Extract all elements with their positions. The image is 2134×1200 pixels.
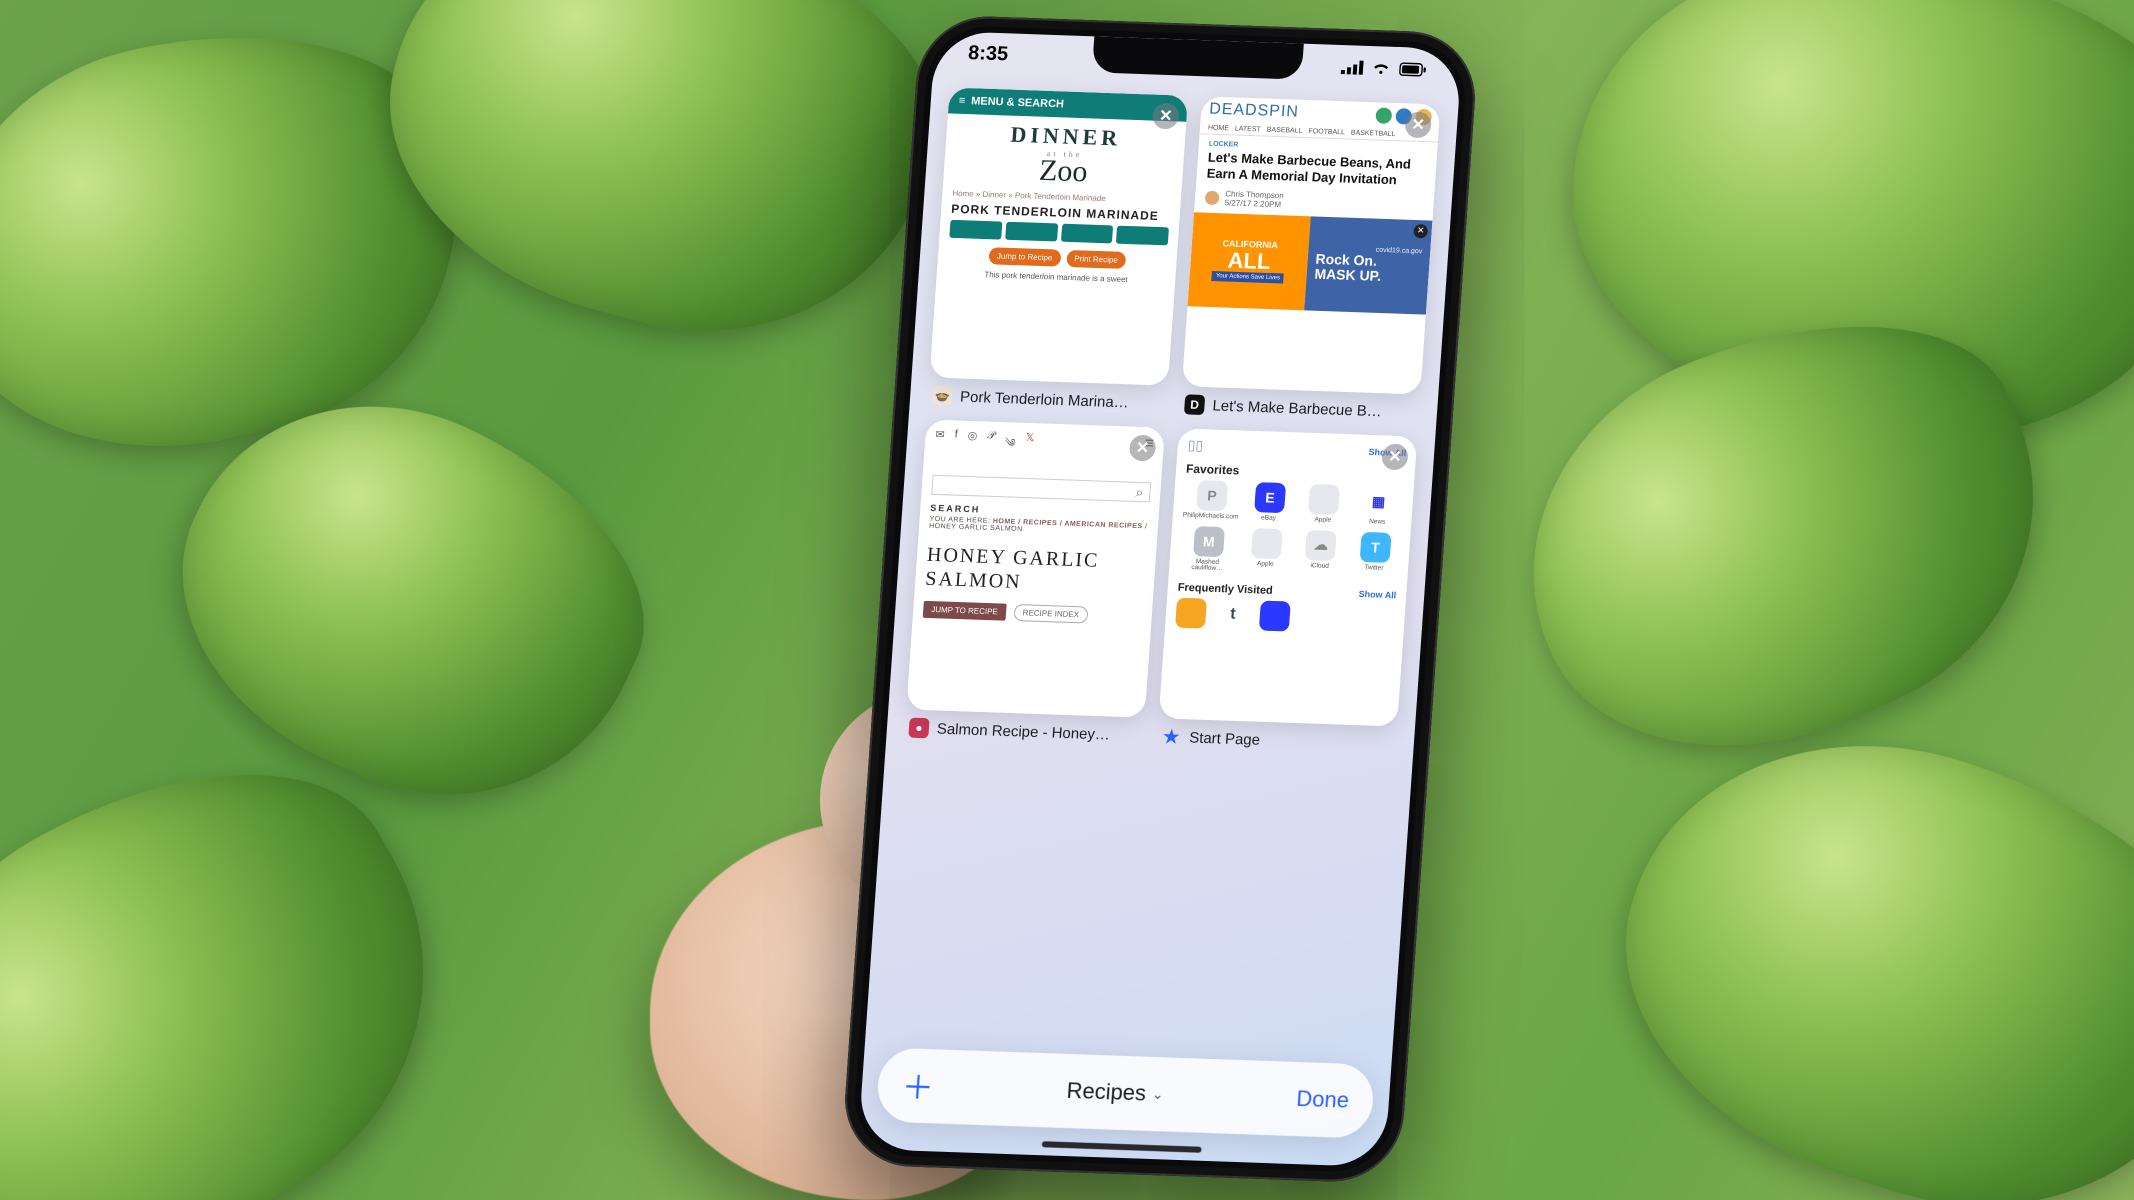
star-icon: ★: [1161, 726, 1182, 747]
tab-thumbnail[interactable]: ✕ ▯▯ Show All Favorites PPhilipMichaels.…: [1159, 428, 1418, 726]
chevron-down-icon: ⌄: [1151, 1085, 1164, 1102]
display-notch: [1092, 36, 1304, 79]
phone-screen: 8:35 ✕ ≡ MENU & SEARCH: [858, 31, 1463, 1167]
hamburger-icon: ≡: [958, 95, 965, 107]
home-indicator[interactable]: [1042, 1141, 1202, 1153]
tab-card[interactable]: ✕ ✉ f ◎ 𝒫 ༄ 𝕏 ≡ SEARCH YOU ARE HERE: HOM…: [904, 419, 1165, 745]
search-box: [931, 475, 1151, 503]
favorite-icon: M: [1193, 526, 1225, 557]
favorite-icon: [1251, 528, 1283, 559]
favorite-icon: ☁︎: [1305, 529, 1337, 560]
facebook-icon: f: [953, 428, 958, 459]
favicon: D: [1184, 394, 1205, 415]
favorite-icon: ▦: [1363, 486, 1395, 517]
instagram-icon: ◎: [966, 429, 978, 460]
favorite-icon: T: [1359, 531, 1391, 562]
iphone-frame: 8:35 ✕ ≡ MENU & SEARCH: [840, 14, 1479, 1184]
tab-group-name: Recipes: [1066, 1078, 1147, 1107]
favorite-icon: [1308, 484, 1340, 515]
pinterest-icon: 𝒫: [986, 430, 996, 461]
status-time: 8:35: [967, 42, 1009, 66]
favicon: ●: [908, 718, 929, 739]
favorites-grid: PPhilipMichaels.com EeBay Apple ▦News MM…: [1169, 479, 1414, 579]
safari-tab-grid: ✕ ≡ MENU & SEARCH DINNER at the Zoo Home…: [886, 87, 1441, 1016]
author-avatar: [1205, 190, 1220, 204]
wifi-icon: [1371, 61, 1392, 76]
tab-card[interactable]: ✕ ≡ MENU & SEARCH DINNER at the Zoo Home…: [928, 87, 1189, 413]
tab-thumbnail[interactable]: ✕ ≡ MENU & SEARCH DINNER at the Zoo Home…: [929, 87, 1188, 385]
tab-title: Start Page: [1189, 729, 1261, 748]
cell-signal-icon: [1341, 60, 1364, 75]
tab-card[interactable]: ✕ ▯▯ Show All Favorites PPhilipMichaels.…: [1157, 428, 1418, 754]
rss-icon: ༄: [1003, 430, 1016, 461]
tab-group-selector[interactable]: Recipes ⌄: [1066, 1078, 1165, 1107]
site-logo: DINNER at the Zoo: [943, 113, 1187, 194]
tab-switcher-toolbar: ＋ Recipes ⌄ Done: [875, 1047, 1375, 1138]
favicon: 🍲: [932, 386, 953, 407]
mail-icon: ✉: [934, 428, 945, 459]
new-tab-button[interactable]: ＋: [900, 1062, 935, 1109]
favorite-icon: P: [1196, 480, 1228, 511]
tab-thumbnail[interactable]: ✕ ✉ f ◎ 𝒫 ༄ 𝕏 ≡ SEARCH YOU ARE HERE: HOM…: [906, 419, 1165, 717]
favorite-icon: E: [1254, 482, 1286, 513]
site-brand: DEADSPIN: [1209, 101, 1300, 122]
done-button[interactable]: Done: [1296, 1086, 1350, 1114]
menu-label: MENU & SEARCH: [971, 95, 1065, 110]
tab-title: Salmon Recipe - Honey…: [936, 720, 1110, 743]
tab-title: Pork Tenderloin Marina…: [960, 388, 1130, 411]
ad-banner: ✕ CALIFORNIA ALL Your Actions Save Lives…: [1188, 212, 1433, 314]
battery-icon: [1399, 62, 1428, 77]
reading-list-icon: ▯▯: [1187, 437, 1204, 455]
tab-card[interactable]: ✕ DEADSPIN HOMELATEST BASEBALLFOOTBALL B…: [1180, 96, 1441, 422]
tab-title: Let's Make Barbecue B…: [1212, 397, 1382, 420]
twitter-icon: 𝕏: [1024, 431, 1035, 462]
show-all-link: Show All: [1358, 588, 1396, 599]
freq-visited-heading: Frequently Visited: [1177, 581, 1273, 596]
article-title: HONEY GARLIC SALMON: [914, 532, 1157, 608]
tab-thumbnail[interactable]: ✕ DEADSPIN HOMELATEST BASEBALLFOOTBALL B…: [1182, 96, 1441, 394]
